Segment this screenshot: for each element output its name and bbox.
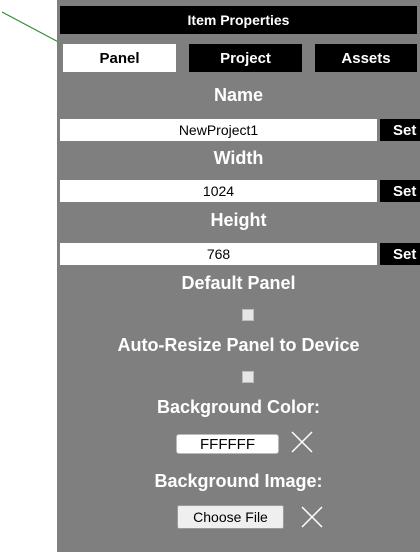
tab-assets[interactable]: Assets bbox=[315, 44, 417, 72]
default-panel-checkbox[interactable] bbox=[242, 309, 254, 321]
tab-project[interactable]: Project bbox=[189, 44, 302, 72]
background-image-label: Background Image: bbox=[154, 471, 323, 491]
width-input[interactable] bbox=[60, 180, 377, 202]
background-color-label: Background Color: bbox=[156, 397, 320, 417]
tab-bar: Panel Project Assets bbox=[60, 44, 417, 72]
choose-file-button[interactable]: Choose File bbox=[177, 505, 284, 529]
default-panel-label: Default Panel bbox=[181, 273, 296, 293]
set-name-button[interactable]: Set bbox=[380, 119, 420, 141]
clear-image-icon[interactable] bbox=[299, 504, 325, 530]
height-input[interactable] bbox=[60, 243, 377, 265]
item-properties-panel: Item Properties Panel Project Assets Nam… bbox=[57, 0, 420, 552]
background-color-input[interactable]: FFFFFF bbox=[176, 434, 279, 454]
width-row: Set bbox=[60, 180, 420, 202]
height-label: Height bbox=[210, 210, 267, 230]
tab-panel[interactable]: Panel bbox=[63, 44, 176, 72]
clear-color-icon[interactable] bbox=[289, 429, 315, 455]
name-label: Name bbox=[213, 85, 264, 105]
auto-resize-checkbox[interactable] bbox=[242, 371, 254, 383]
width-label: Width bbox=[213, 148, 264, 168]
set-height-button[interactable]: Set bbox=[380, 243, 420, 265]
panel-title: Item Properties bbox=[60, 6, 417, 34]
height-row: Set bbox=[60, 243, 420, 265]
auto-resize-label: Auto-Resize Panel to Device bbox=[117, 335, 360, 355]
set-width-button[interactable]: Set bbox=[380, 180, 420, 202]
name-input[interactable] bbox=[60, 119, 377, 141]
name-row: Set bbox=[60, 119, 420, 141]
